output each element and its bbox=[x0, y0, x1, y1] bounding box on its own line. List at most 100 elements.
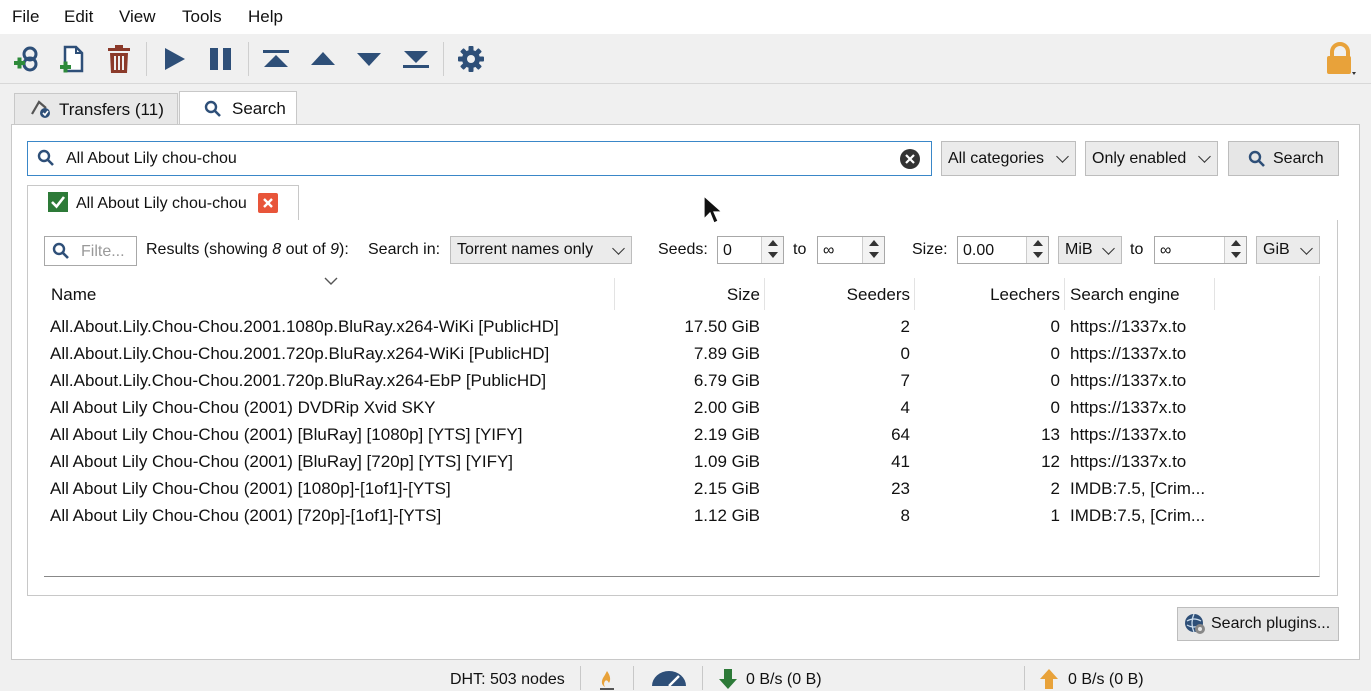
spin-up-icon bbox=[768, 240, 778, 246]
seeds-min-spinbox[interactable]: 0 bbox=[717, 236, 784, 264]
menu-view[interactable]: View bbox=[119, 7, 156, 27]
toolbar bbox=[0, 34, 1371, 84]
add-torrent-link-button[interactable] bbox=[9, 42, 43, 76]
search-button[interactable]: Search bbox=[1228, 141, 1339, 176]
search-icon bbox=[37, 149, 54, 166]
category-value: All categories bbox=[948, 149, 1045, 167]
lock-icon bbox=[1327, 42, 1356, 75]
move-down-button[interactable] bbox=[352, 42, 386, 76]
plugins-value: Only enabled bbox=[1092, 149, 1187, 167]
column-header-leechers[interactable]: Leechers bbox=[914, 285, 1060, 305]
checkmark-icon bbox=[48, 192, 68, 212]
table-row[interactable]: All.About.Lily.Chou-Chou.2001.720p.BluRa… bbox=[44, 367, 1314, 394]
pause-icon bbox=[210, 48, 231, 70]
size-to-label: to bbox=[1130, 241, 1144, 258]
size-min-value: 0.00 bbox=[963, 242, 995, 259]
size-max-value: ∞ bbox=[1160, 242, 1172, 259]
pause-button[interactable] bbox=[204, 42, 238, 76]
seeds-label: Seeds: bbox=[658, 241, 708, 258]
filter-input[interactable]: Filte... bbox=[44, 236, 137, 266]
download-arrow-icon bbox=[719, 669, 737, 689]
table-row[interactable]: All About Lily Chou-Chou (2001) [BluRay]… bbox=[44, 448, 1314, 475]
size-max-unit-select[interactable]: GiB bbox=[1256, 236, 1320, 264]
menu-tools[interactable]: Tools bbox=[182, 7, 222, 27]
tab-transfers[interactable]: Transfers (11) bbox=[14, 93, 178, 125]
table-row[interactable]: All About Lily Chou-Chou (2001) [BluRay]… bbox=[44, 421, 1314, 448]
table-row[interactable]: All.About.Lily.Chou-Chou.2001.1080p.BluR… bbox=[44, 313, 1314, 340]
search-in-value: Torrent names only bbox=[457, 241, 594, 258]
search-icon bbox=[52, 242, 69, 259]
table-row[interactable]: All About Lily Chou-Chou (2001) DVDRip X… bbox=[44, 394, 1314, 421]
resume-button[interactable] bbox=[157, 42, 191, 76]
size-min-unit-select[interactable]: MiB bbox=[1058, 236, 1122, 264]
size-min-spinbox[interactable]: 0.00 bbox=[957, 236, 1049, 264]
move-top-icon bbox=[263, 50, 289, 67]
size-max-unit-value: GiB bbox=[1263, 241, 1290, 258]
status-bar: DHT: 503 nodes 0 B/s (0 B) 0 B/s (0 B) bbox=[0, 662, 1371, 691]
trash-icon bbox=[108, 45, 130, 73]
column-header-name[interactable]: Name bbox=[51, 285, 96, 305]
seeds-max-value: ∞ bbox=[823, 242, 835, 259]
size-min-unit-value: MiB bbox=[1065, 241, 1093, 258]
download-speed: 0 B/s (0 B) bbox=[746, 671, 822, 688]
gear-icon bbox=[458, 46, 484, 72]
table-row[interactable]: All About Lily Chou-Chou (2001) [720p]-[… bbox=[44, 502, 1314, 529]
spin-down-icon bbox=[869, 252, 879, 258]
menu-edit[interactable]: Edit bbox=[64, 7, 93, 27]
move-top-button[interactable] bbox=[259, 42, 293, 76]
menu-file[interactable]: File bbox=[12, 7, 39, 27]
mouse-cursor-icon bbox=[703, 195, 723, 224]
arrow-up-icon bbox=[311, 52, 335, 65]
options-button[interactable] bbox=[454, 42, 488, 76]
seeds-max-spinbox[interactable]: ∞ bbox=[817, 236, 885, 264]
table-row[interactable]: All About Lily Chou-Chou (2001) [1080p]-… bbox=[44, 475, 1314, 502]
spin-up-icon bbox=[1231, 240, 1241, 246]
size-label: Size: bbox=[912, 241, 948, 258]
search-plugins-button[interactable]: Search plugins... bbox=[1177, 607, 1339, 641]
result-tab-label: All About Lily chou-chou bbox=[76, 195, 247, 212]
plugins-select[interactable]: Only enabled bbox=[1085, 141, 1218, 176]
column-header-search-engine[interactable]: Search engine bbox=[1070, 285, 1180, 305]
spin-down-icon bbox=[1033, 252, 1043, 258]
column-header-size[interactable]: Size bbox=[614, 285, 760, 305]
search-query-text: All About Lily chou-chou bbox=[66, 150, 237, 167]
category-select[interactable]: All categories bbox=[941, 141, 1076, 176]
transfers-icon bbox=[31, 99, 50, 118]
delete-button[interactable] bbox=[102, 42, 136, 76]
move-bottom-icon bbox=[403, 51, 429, 68]
table-row[interactable]: All.About.Lily.Chou-Chou.2001.720p.BluRa… bbox=[44, 340, 1314, 367]
connection-flame-icon[interactable] bbox=[598, 669, 616, 691]
spin-down-icon bbox=[768, 252, 778, 258]
tab-transfers-label: Transfers (11) bbox=[59, 99, 164, 119]
move-up-button[interactable] bbox=[306, 42, 340, 76]
tab-search[interactable]: Search bbox=[179, 91, 297, 125]
column-header-seeders[interactable]: Seeders bbox=[764, 285, 910, 305]
play-icon bbox=[165, 48, 185, 70]
clear-icon[interactable] bbox=[899, 148, 921, 170]
arrow-down-icon bbox=[357, 53, 381, 66]
result-tab[interactable]: All About Lily chou-chou bbox=[27, 185, 299, 221]
plugins-globe-icon bbox=[1185, 613, 1205, 634]
search-icon bbox=[1248, 150, 1265, 167]
search-input[interactable]: All About Lily chou-chou bbox=[27, 141, 932, 176]
dht-status: DHT: 503 nodes bbox=[450, 671, 565, 688]
upload-arrow-icon bbox=[1040, 669, 1058, 689]
add-torrent-file-button[interactable] bbox=[55, 42, 89, 76]
move-bottom-button[interactable] bbox=[399, 42, 433, 76]
spin-up-icon bbox=[1033, 240, 1043, 246]
filter-placeholder: Filte... bbox=[81, 243, 125, 260]
upload-speed: 0 B/s (0 B) bbox=[1068, 671, 1144, 688]
menu-bar: File Edit View Tools Help bbox=[0, 0, 1371, 34]
sort-indicator-icon bbox=[324, 277, 338, 285]
lock-button[interactable] bbox=[1322, 42, 1358, 76]
search-button-label: Search bbox=[1273, 149, 1324, 167]
search-in-select[interactable]: Torrent names only bbox=[450, 236, 632, 264]
spin-down-icon bbox=[1231, 252, 1241, 258]
close-tab-icon[interactable] bbox=[258, 193, 278, 213]
tab-search-label: Search bbox=[232, 98, 286, 118]
menu-help[interactable]: Help bbox=[248, 7, 283, 27]
size-max-spinbox[interactable]: ∞ bbox=[1154, 236, 1247, 264]
speed-limit-icon[interactable] bbox=[650, 670, 688, 688]
search-icon bbox=[204, 100, 221, 117]
add-file-icon bbox=[60, 45, 84, 73]
